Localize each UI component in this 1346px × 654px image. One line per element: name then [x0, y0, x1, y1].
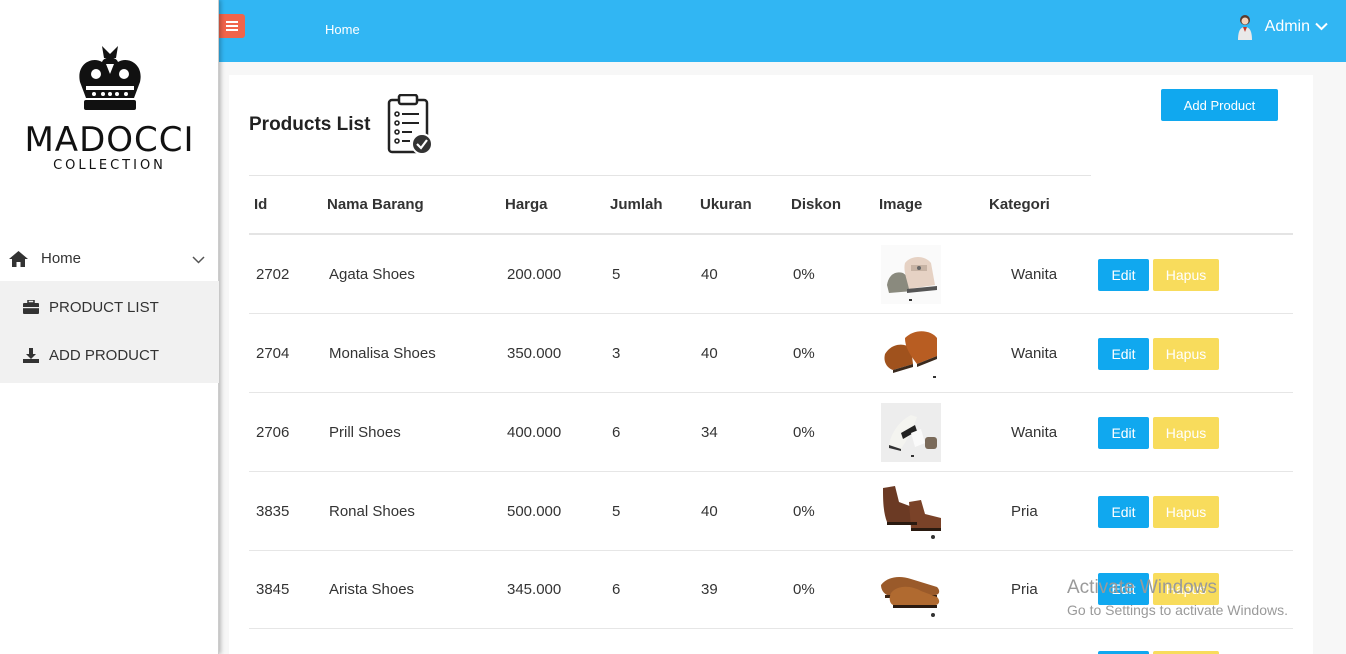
edit-button[interactable]: Edit — [1098, 417, 1149, 449]
top-bar: Home Admin — [219, 0, 1346, 62]
add-product-button[interactable]: Add Product — [1161, 89, 1278, 121]
crown-logo-icon — [78, 46, 141, 110]
cell-size: 40 — [701, 503, 718, 520]
sidebar: MADOCCI COLLECTION Home PRODUCT LIST ADD… — [0, 0, 219, 654]
cell-name: Agata Shoes — [329, 266, 415, 283]
table-row: 2706 Prill Shoes 400.000 6 34 0% Wanita … — [249, 393, 1293, 472]
download-icon — [23, 347, 41, 363]
chevron-down-icon — [192, 251, 205, 268]
sidebar-item-product-list[interactable]: PRODUCT LIST — [0, 283, 219, 331]
sidebar-item-add-product[interactable]: ADD PRODUCT — [0, 331, 219, 379]
cell-category: Wanita — [1011, 424, 1058, 441]
briefcase-icon — [23, 300, 41, 314]
cell-qty: 5 — [612, 503, 621, 520]
cell-name: Prill Shoes — [329, 424, 401, 441]
cell-price: 500.000 — [507, 503, 562, 520]
user-name: Admin — [1264, 18, 1310, 35]
sidebar-item-product-list-label: PRODUCT LIST — [49, 298, 159, 316]
cell-price: 350.000 — [507, 345, 562, 362]
cell-qty: 5 — [612, 266, 621, 283]
cell-price: 345.000 — [507, 581, 562, 598]
cell-qty: 6 — [612, 581, 621, 598]
cell-id: 3835 — [256, 503, 290, 520]
avatar — [1237, 15, 1252, 40]
product-image — [881, 561, 941, 620]
cell-category: Wanita — [1011, 266, 1058, 283]
cell-qty: 3 — [612, 345, 621, 362]
cell-id: 2704 — [256, 345, 290, 362]
cell-name: Arista Shoes — [329, 581, 415, 598]
table-row: 2704 Monalisa Shoes 350.000 3 40 0% Wani… — [249, 314, 1293, 393]
user-menu[interactable]: Admin — [1237, 14, 1328, 40]
edit-button[interactable]: Edit — [1098, 338, 1149, 370]
column-header-id: Id — [254, 196, 268, 213]
cell-price: 200.000 — [507, 266, 562, 283]
cell-id: 2702 — [256, 266, 290, 283]
cell-discount: 0% — [793, 424, 815, 441]
products-panel: Products List Add Product Id Nama Barang… — [229, 75, 1313, 654]
sidebar-submenu: PRODUCT LIST ADD PRODUCT — [0, 281, 219, 383]
column-header-diskon: Diskon — [791, 196, 842, 213]
cell-category: Pria — [1011, 503, 1038, 520]
column-header-jumlah: Jumlah — [610, 196, 663, 213]
sidebar-item-home[interactable]: Home — [0, 236, 219, 281]
cell-id: 2706 — [256, 424, 290, 441]
sidebar-item-add-product-label: ADD PRODUCT — [49, 346, 160, 364]
table-row: 2702 Agata Shoes 200.000 5 40 0% Wanita … — [249, 235, 1293, 314]
sidebar-item-home-label: Home — [41, 250, 82, 267]
delete-button[interactable]: Hapus — [1153, 496, 1219, 528]
cell-discount: 0% — [793, 266, 815, 283]
cell-discount: 0% — [793, 581, 815, 598]
column-header-harga: Harga — [505, 196, 548, 213]
table-row: 3845 Arista Shoes 345.000 6 39 0% Pria E… — [249, 551, 1293, 629]
column-header-nama-barang: Nama Barang — [327, 196, 424, 213]
cell-category: Pria — [1011, 581, 1038, 598]
product-image — [881, 324, 941, 383]
sidebar-nav: Home PRODUCT LIST ADD PRODUCT — [0, 236, 219, 383]
cell-size: 40 — [701, 345, 718, 362]
page-title: Products List — [249, 114, 371, 135]
cell-name: Ronal Shoes — [329, 503, 415, 520]
table-top-divider — [249, 175, 1091, 176]
brand-logo[interactable]: MADOCCI COLLECTION — [0, 40, 219, 173]
cell-price: 400.000 — [507, 424, 562, 441]
product-image — [881, 245, 941, 304]
delete-button[interactable]: Hapus — [1153, 259, 1219, 291]
edit-button[interactable]: Edit — [1098, 573, 1149, 605]
cell-size: 34 — [701, 424, 718, 441]
cell-size: 39 — [701, 581, 718, 598]
home-icon — [9, 250, 29, 267]
menu-toggle-button[interactable] — [219, 14, 245, 38]
cell-discount: 0% — [793, 503, 815, 520]
delete-button[interactable]: Hapus — [1153, 417, 1219, 449]
edit-button[interactable]: Edit — [1098, 259, 1149, 291]
column-header-ukuran: Ukuran — [700, 196, 752, 213]
column-header-image: Image — [879, 196, 923, 213]
delete-button[interactable]: Hapus — [1153, 573, 1219, 605]
brand-sub: COLLECTION — [53, 158, 166, 173]
cell-discount: 0% — [793, 345, 815, 362]
cell-qty: 6 — [612, 424, 621, 441]
edit-button[interactable]: Edit — [1098, 496, 1149, 528]
product-image — [881, 482, 941, 541]
column-header-kategori: Kategori — [989, 196, 1050, 213]
hamburger-icon — [226, 21, 238, 31]
cell-size: 40 — [701, 266, 718, 283]
delete-button[interactable]: Hapus — [1153, 338, 1219, 370]
cell-id: 3845 — [256, 581, 290, 598]
table-row: 3835 Ronal Shoes 500.000 5 40 0% Pria Ed… — [249, 472, 1293, 551]
breadcrumb-home[interactable]: Home — [325, 22, 360, 37]
brand-name: MADOCCI — [24, 120, 195, 160]
chevron-down-icon — [1315, 18, 1328, 36]
cell-category: Wanita — [1011, 345, 1058, 362]
cell-name: Monalisa Shoes — [329, 345, 436, 362]
product-image — [881, 403, 941, 462]
checklist-clipboard-icon — [387, 94, 433, 155]
